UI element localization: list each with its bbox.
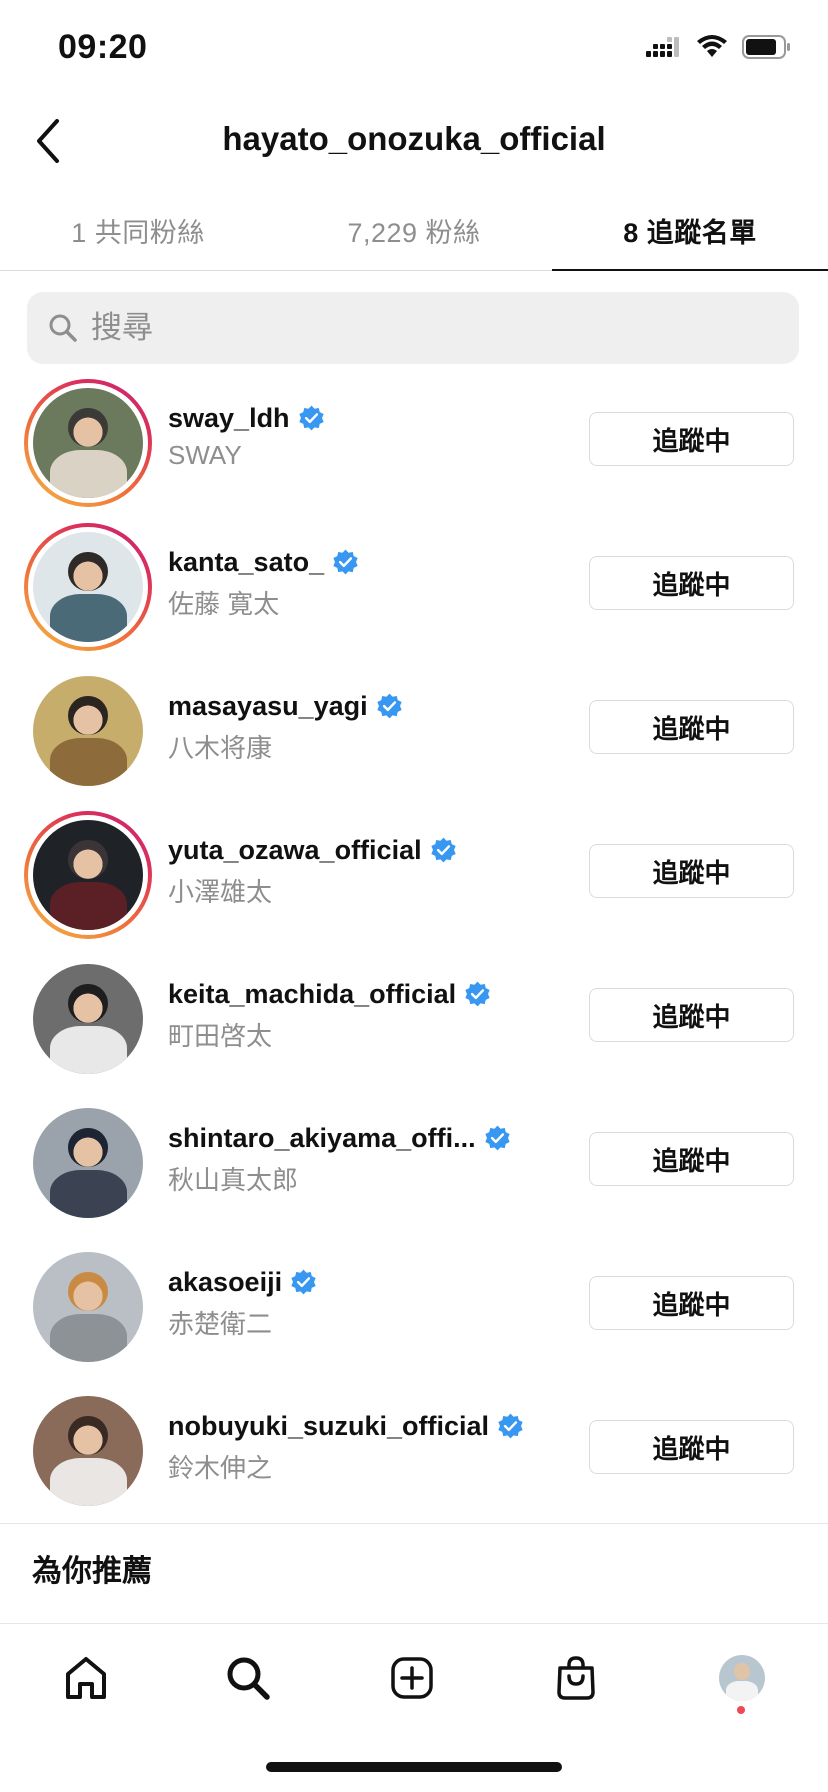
avatar[interactable] — [33, 1396, 143, 1506]
tab-followers[interactable]: 7,229 粉絲 — [276, 190, 552, 270]
following-button[interactable]: 追蹤中 — [589, 988, 794, 1042]
search-icon — [227, 1657, 270, 1700]
nav-new-post[interactable] — [382, 1648, 442, 1708]
search-input[interactable] — [89, 309, 743, 347]
following-button[interactable]: 追蹤中 — [589, 844, 794, 898]
suggested-title: 為你推薦 — [32, 1555, 152, 1588]
tab-mutual-followers[interactable]: 1 共同粉絲 — [0, 190, 276, 270]
username[interactable]: keita_machida_official — [168, 979, 456, 1010]
verified-badge-icon — [484, 1125, 511, 1152]
notification-dot — [737, 1706, 745, 1714]
avatar-body — [49, 1025, 127, 1074]
nav-profile[interactable] — [712, 1648, 772, 1708]
list-item[interactable]: sway_ldh SWAY 追蹤中 — [0, 376, 828, 520]
section-divider — [0, 1523, 828, 1524]
list-item[interactable]: keita_machida_official 町田啓太 追蹤中 — [0, 952, 828, 1096]
avatar-body — [49, 1169, 127, 1218]
avatar-head — [68, 407, 108, 448]
username[interactable]: masayasu_yagi — [168, 691, 368, 722]
list-item[interactable]: shintaro_akiyama_offi... 秋山真太郎 追蹤中 — [0, 1096, 828, 1240]
avatar-body — [49, 449, 127, 498]
list-item[interactable]: nobuyuki_suzuki_official 鈴木伸之 追蹤中 — [0, 1384, 828, 1528]
status-time: 09:20 — [58, 28, 148, 66]
full-name: SWAY — [168, 440, 242, 470]
story-ring[interactable] — [24, 523, 152, 651]
following-button[interactable]: 追蹤中 — [589, 1420, 794, 1474]
full-name: 町田啓太 — [168, 1021, 273, 1051]
new-post-icon — [391, 1657, 433, 1699]
list-item[interactable]: akasoeiji 赤楚衛二 追蹤中 — [0, 1240, 828, 1384]
avatar-head — [68, 1271, 108, 1312]
home-icon — [66, 1657, 106, 1699]
list-item[interactable]: yuta_ozawa_official 小澤雄太 追蹤中 — [0, 808, 828, 952]
avatar — [33, 820, 143, 930]
cellular-signal-icon — [646, 37, 679, 57]
tab-bar: 1 共同粉絲 7,229 粉絲 8 追蹤名單 — [0, 190, 828, 271]
following-button[interactable]: 追蹤中 — [589, 556, 794, 610]
verified-badge-icon — [332, 549, 359, 576]
following-list: sway_ldh SWAY 追蹤中 kanta_sato_ 佐藤 寛太 追蹤中 … — [0, 376, 828, 1528]
header: hayato_onozuka_official — [0, 100, 828, 180]
nav-search[interactable] — [218, 1648, 278, 1708]
following-button[interactable]: 追蹤中 — [589, 1276, 794, 1330]
avatar-head — [68, 1415, 108, 1456]
status-icons — [646, 34, 792, 60]
avatar-head — [68, 551, 108, 592]
avatar — [33, 388, 143, 498]
avatar-body — [49, 1313, 127, 1362]
verified-badge-icon — [298, 405, 325, 432]
verified-badge-icon — [497, 1413, 524, 1440]
full-name: 小澤雄太 — [168, 877, 273, 907]
avatar[interactable] — [33, 1108, 143, 1218]
verified-badge-icon — [290, 1269, 317, 1296]
avatar-head — [68, 839, 108, 880]
status-bar: 09:20 — [0, 0, 828, 100]
following-button[interactable]: 追蹤中 — [589, 1132, 794, 1186]
avatar[interactable] — [33, 676, 143, 786]
full-name: 八木将康 — [168, 733, 273, 763]
search-icon — [47, 312, 79, 344]
list-item[interactable]: kanta_sato_ 佐藤 寛太 追蹤中 — [0, 520, 828, 664]
avatar-head — [68, 983, 108, 1024]
nav-home[interactable] — [56, 1648, 116, 1708]
verified-badge-icon — [464, 981, 491, 1008]
username[interactable]: akasoeiji — [168, 1267, 282, 1298]
full-name: 秋山真太郎 — [168, 1165, 299, 1195]
bottom-nav — [0, 1623, 828, 1744]
search-bar[interactable] — [27, 292, 799, 364]
following-button[interactable]: 追蹤中 — [589, 700, 794, 754]
shop-icon — [557, 1656, 595, 1700]
avatar — [33, 532, 143, 642]
page-title: hayato_onozuka_official — [222, 120, 606, 157]
verified-badge-icon — [430, 837, 457, 864]
full-name: 鈴木伸之 — [168, 1453, 273, 1483]
battery-icon — [742, 35, 790, 59]
avatar-head — [68, 695, 108, 736]
avatar-body — [49, 593, 127, 642]
avatar-body — [49, 1457, 127, 1506]
following-button[interactable]: 追蹤中 — [589, 412, 794, 466]
avatar-body — [49, 737, 127, 786]
avatar[interactable] — [33, 964, 143, 1074]
full-name: 佐藤 寛太 — [168, 589, 280, 619]
verified-badge-icon — [376, 693, 403, 720]
username[interactable]: shintaro_akiyama_offi... — [168, 1123, 476, 1154]
full-name: 赤楚衛二 — [168, 1309, 273, 1339]
avatar[interactable] — [33, 1252, 143, 1362]
username[interactable]: nobuyuki_suzuki_official — [168, 1411, 489, 1442]
username[interactable]: kanta_sato_ — [168, 547, 324, 578]
story-ring[interactable] — [24, 811, 152, 939]
nav-shop[interactable] — [546, 1648, 606, 1708]
username[interactable]: sway_ldh — [168, 403, 290, 434]
tab-following[interactable]: 8 追蹤名單 — [552, 190, 828, 271]
username[interactable]: yuta_ozawa_official — [168, 835, 422, 866]
home-indicator — [266, 1762, 562, 1772]
wifi-icon — [697, 35, 727, 57]
avatar-head — [68, 1127, 108, 1168]
list-item[interactable]: masayasu_yagi 八木将康 追蹤中 — [0, 664, 828, 808]
story-ring[interactable] — [24, 379, 152, 507]
avatar-body — [49, 881, 127, 930]
profile-avatar — [719, 1655, 765, 1701]
